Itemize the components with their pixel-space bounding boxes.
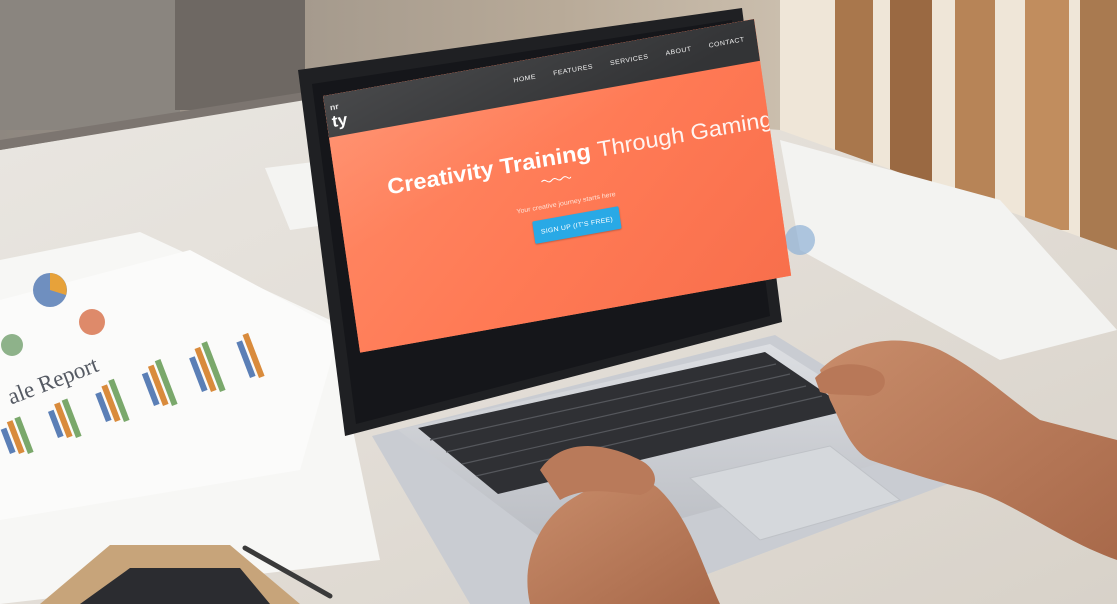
hero-headline-light: Through Gaming [595, 106, 774, 162]
nav-link-home[interactable]: HOME [513, 73, 536, 84]
chair-slat [1025, 0, 1069, 230]
nav-link-about[interactable]: ABOUT [665, 45, 692, 57]
background-chair [0, 0, 180, 130]
background-chair-dark [175, 0, 305, 110]
nav-link-services[interactable]: SERVICES [610, 53, 649, 67]
hero-headline-bold: Creativity Training [385, 139, 593, 200]
nav-link-contact[interactable]: CONTACT [708, 36, 745, 50]
site-logo-line2: ty [330, 110, 349, 132]
hero-headline: Creativity TrainingThrough Gaming [386, 107, 774, 201]
chair-slat [955, 0, 995, 210]
site-logo[interactable]: nr ty [329, 100, 349, 132]
squiggle-divider-icon [541, 176, 572, 183]
chair-slat [1080, 0, 1117, 250]
nav-link-features[interactable]: FEATURES [553, 63, 594, 77]
pie-chart [785, 225, 815, 255]
pie-chart [1, 334, 23, 356]
signup-button[interactable]: SIGN UP (IT'S FREE) [532, 206, 622, 244]
photo-scene: nr ty HOME FEATURES SERVICES ABOUT CONTA… [0, 0, 1117, 604]
pie-chart [79, 309, 105, 335]
